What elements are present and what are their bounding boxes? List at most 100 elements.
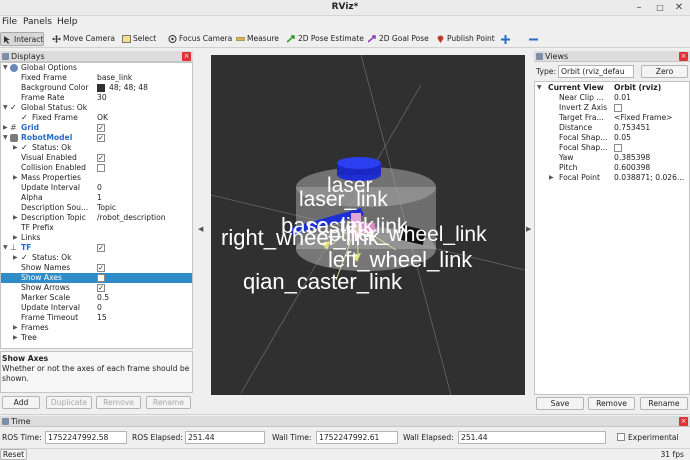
show-axes-checkbox[interactable] xyxy=(97,274,105,282)
frame-rate-value[interactable]: 30 xyxy=(97,93,107,103)
ros-time-field[interactable]: 1752247992.58 xyxy=(45,431,127,444)
fixed-frame-value[interactable]: base_link xyxy=(97,73,132,83)
tree-row-collision-enabled[interactable]: Collision Enabled xyxy=(1,163,192,173)
show-names-checkbox[interactable]: ✓ xyxy=(97,264,105,272)
chevron-right-icon[interactable]: ▶ xyxy=(3,123,8,133)
tree-row-visual-enabled[interactable]: Visual Enabled ✓ xyxy=(1,153,192,163)
remove-tool-icon[interactable] xyxy=(529,35,538,44)
grid-enabled-checkbox[interactable]: ✓ xyxy=(97,124,105,132)
view-row-near-clip[interactable]: Near Clip ... 0.01 xyxy=(535,93,689,103)
measure-button[interactable]: Measure xyxy=(234,32,279,46)
publish-point-button[interactable]: Publish Point xyxy=(434,32,495,46)
add-display-button[interactable]: Add xyxy=(2,396,40,409)
ros-elapsed-field[interactable]: 251.44 xyxy=(185,431,265,444)
duplicate-display-button[interactable]: Duplicate xyxy=(46,396,92,409)
tree-row-description-topic[interactable]: ▶ Description Topic /robot_description xyxy=(1,213,192,223)
chevron-right-icon[interactable]: ▶ xyxy=(549,173,554,183)
save-view-button[interactable]: Save xyxy=(536,397,584,410)
tree-row-tree[interactable]: ▶ Tree xyxy=(1,333,192,343)
close-icon[interactable]: ✕ xyxy=(672,1,686,15)
tree-row-marker-scale[interactable]: Marker Scale 0.5 xyxy=(1,293,192,303)
goal-pose-button[interactable]: 2D Goal Pose xyxy=(366,32,429,46)
close-icon[interactable]: × xyxy=(679,417,688,426)
menu-help[interactable]: Help xyxy=(57,17,78,27)
select-button[interactable]: Select xyxy=(120,32,156,46)
remove-display-button[interactable]: Remove xyxy=(96,396,141,409)
remove-view-button[interactable]: Remove xyxy=(588,397,635,410)
robotmodel-enabled-checkbox[interactable]: ✓ xyxy=(97,134,105,142)
experimental-checkbox[interactable] xyxy=(617,433,625,441)
collapse-left-icon[interactable]: ◀ xyxy=(198,225,203,233)
reset-button[interactable]: Reset xyxy=(0,449,27,460)
view-row-pitch[interactable]: Pitch 0.600398 xyxy=(535,163,689,173)
tree-row-background-color[interactable]: Background Color 48; 48; 48 xyxy=(1,83,192,93)
tree-row-links[interactable]: ▶ Links xyxy=(1,233,192,243)
rename-display-button[interactable]: Rename xyxy=(146,396,191,409)
render-viewport[interactable]: laser laser_link base_link caster_link r… xyxy=(211,55,525,395)
collapse-right-icon[interactable]: ▶ xyxy=(526,225,531,233)
tree-row-mass-properties[interactable]: ▶ Mass Properties xyxy=(1,173,192,183)
view-row-distance[interactable]: Distance 0.753451 xyxy=(535,123,689,133)
tree-row-global-options[interactable]: ▼ Global Options xyxy=(1,63,192,73)
invert-z-checkbox[interactable] xyxy=(614,104,622,112)
tree-row-grid[interactable]: ▶ # Grid ✓ xyxy=(1,123,192,133)
chevron-right-icon[interactable]: ▶ xyxy=(13,173,18,183)
tree-row-global-status[interactable]: ▼ ✓ Global Status: Ok xyxy=(1,103,192,113)
tree-row-tf-update-interval[interactable]: Update Interval 0 xyxy=(1,303,192,313)
tree-row-show-axes[interactable]: Show Axes xyxy=(1,273,192,283)
tree-row-frames[interactable]: ▶ Frames xyxy=(1,323,192,333)
tf-enabled-checkbox[interactable]: ✓ xyxy=(97,244,105,252)
tree-row-frame-rate[interactable]: Frame Rate 30 xyxy=(1,93,192,103)
wall-elapsed-field[interactable]: 251.44 xyxy=(458,431,606,444)
tree-row-robotmodel[interactable]: ▼ RobotModel ✓ xyxy=(1,133,192,143)
chevron-down-icon[interactable]: ▼ xyxy=(3,63,8,73)
collision-enabled-checkbox[interactable] xyxy=(97,164,105,172)
tree-row-fixed-frame-status[interactable]: ✓ Fixed Frame OK xyxy=(1,113,192,123)
view-type-select[interactable]: Orbit (rviz_defau xyxy=(558,65,634,78)
view-row-yaw[interactable]: Yaw 0.385398 xyxy=(535,153,689,163)
chevron-right-icon[interactable]: ▶ xyxy=(13,233,18,243)
rename-view-button[interactable]: Rename xyxy=(640,397,688,410)
chevron-right-icon[interactable]: ▶ xyxy=(13,323,18,333)
show-arrows-checkbox[interactable]: ✓ xyxy=(97,284,105,292)
view-row-target-frame[interactable]: Target Fra... <Fixed Frame> xyxy=(535,113,689,123)
tree-row-frame-timeout[interactable]: Frame Timeout 15 xyxy=(1,313,192,323)
tree-row-fixed-frame[interactable]: Fixed Frame base_link xyxy=(1,73,192,83)
tree-row-tf[interactable]: ▼ ⊥ TF ✓ xyxy=(1,243,192,253)
maximize-icon[interactable]: □ xyxy=(653,1,667,15)
chevron-right-icon[interactable]: ▶ xyxy=(13,213,18,223)
pose-estimate-button[interactable]: 2D Pose Estimate xyxy=(285,32,364,46)
view-row-current-view[interactable]: ▼ Current View Orbit (rviz) xyxy=(535,83,689,93)
chevron-down-icon[interactable]: ▼ xyxy=(3,133,8,143)
chevron-right-icon[interactable]: ▶ xyxy=(13,333,18,343)
menu-file[interactable]: File xyxy=(2,17,17,27)
view-row-focal-point[interactable]: ▶ Focal Point 0.038871; 0.026... xyxy=(535,173,689,183)
focal-shape-fixed-checkbox[interactable] xyxy=(614,144,622,152)
interact-button[interactable]: Interact xyxy=(0,32,44,46)
wall-time-field[interactable]: 1752247992.61 xyxy=(316,431,398,444)
chevron-right-icon[interactable]: ▶ xyxy=(13,143,18,153)
color-swatch[interactable] xyxy=(97,84,105,92)
visual-enabled-checkbox[interactable]: ✓ xyxy=(97,154,105,162)
chevron-down-icon[interactable]: ▼ xyxy=(3,103,8,113)
chevron-right-icon[interactable]: ▶ xyxy=(13,253,18,263)
tree-row-show-names[interactable]: Show Names ✓ xyxy=(1,263,192,273)
tree-row-show-arrows[interactable]: Show Arrows ✓ xyxy=(1,283,192,293)
tree-row-update-interval[interactable]: Update Interval 0 xyxy=(1,183,192,193)
focus-camera-button[interactable]: Focus Camera xyxy=(166,32,232,46)
tree-row-alpha[interactable]: Alpha 1 xyxy=(1,193,192,203)
tree-row-description-source[interactable]: Description Sou... Topic xyxy=(1,203,192,213)
tree-row-tf-status[interactable]: ▶ ✓ Status: Ok xyxy=(1,253,192,263)
view-row-focal-shape-fixed[interactable]: Focal Shap... xyxy=(535,143,689,153)
move-camera-button[interactable]: Move Camera xyxy=(50,32,115,46)
zero-button[interactable]: Zero xyxy=(641,65,688,78)
chevron-down-icon[interactable]: ▼ xyxy=(537,83,542,93)
close-icon[interactable]: × xyxy=(182,52,191,61)
menu-panels[interactable]: Panels xyxy=(23,17,52,27)
close-icon[interactable]: × xyxy=(679,52,688,61)
minimize-icon[interactable]: – xyxy=(632,1,646,15)
tree-row-robotmodel-status[interactable]: ▶ ✓ Status: Ok xyxy=(1,143,192,153)
chevron-down-icon[interactable]: ▼ xyxy=(3,243,8,253)
view-row-focal-shape-size[interactable]: Focal Shap... 0.05 xyxy=(535,133,689,143)
view-row-invert-z[interactable]: Invert Z Axis xyxy=(535,103,689,113)
